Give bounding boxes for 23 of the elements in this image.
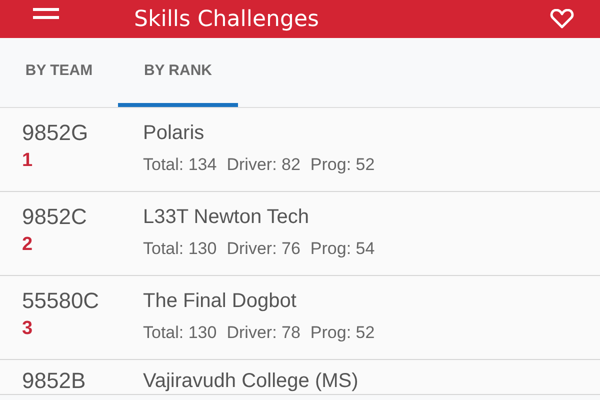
- total-score: Total: 134: [143, 155, 217, 175]
- driver-score: Driver: 78: [226, 323, 300, 343]
- driver-score: Driver: 76: [226, 239, 300, 259]
- team-name: The Final Dogbot: [143, 290, 298, 313]
- team-name: L33T Newton Tech: [143, 206, 310, 229]
- team-name: Polaris: [143, 122, 206, 145]
- total-score: Total: 130: [143, 323, 217, 343]
- rank-number: 3: [22, 318, 34, 340]
- programming-score: Prog: 52: [310, 323, 375, 343]
- total-score: Total: 130: [143, 239, 217, 259]
- team-number: 9852G: [22, 120, 90, 146]
- programming-score: Prog: 52: [310, 155, 375, 175]
- rank-number: 1: [22, 150, 34, 172]
- driver-score: Driver: 82: [226, 155, 300, 175]
- tab[interactable]: BY TEAM: [0, 38, 118, 107]
- team-number: 9852C: [22, 204, 88, 230]
- team-number: 55580C: [22, 288, 100, 314]
- rank-number: 2: [22, 234, 34, 256]
- screen-title: Skills Challenges: [134, 6, 320, 32]
- team-name: Vajiravudh College (MS): [143, 370, 358, 393]
- team-number: 9852B: [22, 368, 87, 394]
- heart-icon[interactable]: [550, 9, 574, 29]
- programming-score: Prog: 54: [310, 239, 375, 259]
